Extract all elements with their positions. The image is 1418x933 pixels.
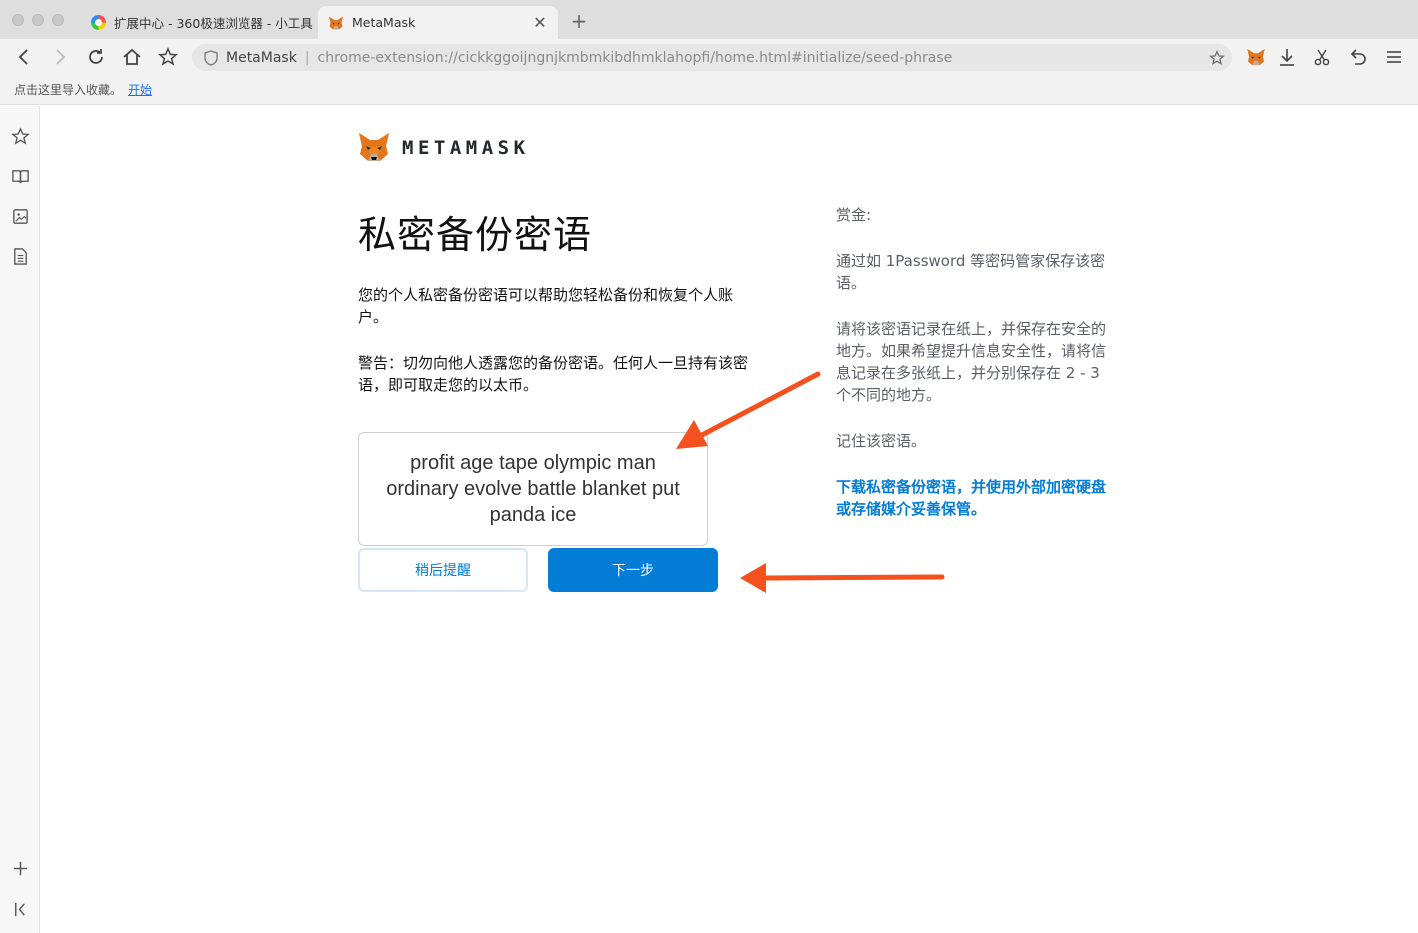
remind-later-button[interactable]: 稍后提醒	[358, 548, 528, 592]
window-zoom-dot[interactable]	[52, 14, 64, 26]
window-close-dot[interactable]	[12, 14, 24, 26]
tip-memorize: 记住该密语。	[836, 432, 927, 450]
bookmarks-bar: 点击这里导入收藏。 开始	[0, 75, 1418, 105]
notes-document-icon[interactable]	[8, 244, 32, 268]
download-seed-link[interactable]: 下载私密备份密语，并使用外部加密硬盘或存储媒介妥善保管。	[836, 476, 1106, 520]
tab-label: 扩展中心 - 360极速浏览器 - 小工具	[114, 16, 313, 31]
bookmark-star-icon[interactable]	[154, 43, 182, 71]
seed-phrase-box[interactable]: profit age tape olympic man ordinary evo…	[358, 432, 708, 546]
new-tab-icon[interactable]: +	[568, 9, 590, 33]
metamask-fox-logo-icon	[359, 133, 389, 161]
security-shield-icon	[196, 49, 226, 66]
import-bookmarks-start-link[interactable]: 开始	[128, 81, 152, 98]
url-text[interactable]: chrome-extension://cickkggoijngnjkmbmkib…	[318, 50, 1202, 66]
seed-warning: 警告：切勿向他人透露您的备份密语。任何人一旦持有该密语，即可取走您的以太币。	[358, 354, 749, 394]
metamask-page: METAMASK 私密备份密语 您的个人私密备份密语可以帮助您轻松备份和恢复个人…	[41, 106, 1418, 933]
forward-icon[interactable]	[46, 43, 74, 71]
metamask-logo: METAMASK	[358, 132, 530, 163]
scissors-icon[interactable]	[1308, 43, 1336, 71]
tab-metamask[interactable]: MetaMask ✕	[318, 6, 558, 39]
browser-sidebar	[0, 106, 40, 933]
tip-password-manager: 通过如 1Password 等密码管家保存该密语。	[836, 252, 1106, 292]
page-title: 私密备份密语	[358, 213, 593, 257]
browser-toolbar: MetaMask | chrome-extension://cickkggoij…	[0, 39, 1418, 75]
favorites-star-icon[interactable]	[8, 124, 32, 148]
seed-description: 您的个人私密备份密语可以帮助您轻松备份和恢复个人账户。	[358, 286, 734, 326]
metamask-fox-icon	[328, 15, 344, 31]
metamask-extension-icon[interactable]	[1242, 43, 1270, 71]
add-sidebar-item-icon[interactable]	[8, 856, 32, 880]
favorite-star-icon[interactable]	[1202, 49, 1232, 66]
collapse-sidebar-icon[interactable]	[8, 897, 32, 921]
home-icon[interactable]	[118, 43, 146, 71]
reload-icon[interactable]	[82, 43, 110, 71]
window-minimize-dot[interactable]	[32, 14, 44, 26]
close-tab-icon[interactable]: ✕	[530, 13, 550, 33]
screenshot-gallery-icon[interactable]	[8, 204, 32, 228]
360-browser-icon	[90, 15, 106, 31]
address-bar[interactable]: MetaMask | chrome-extension://cickkggoij…	[192, 44, 1232, 71]
tip-paper-backup: 请将该密语记录在纸上，并保存在安全的地方。如果希望提升信息安全性，请将信息记录在…	[836, 320, 1107, 404]
site-name: MetaMask	[226, 49, 297, 66]
menu-icon[interactable]	[1380, 43, 1408, 71]
undo-icon[interactable]	[1344, 43, 1372, 71]
tab-strip: 扩展中心 - 360极速浏览器 - 小工具 MetaMask ✕ +	[0, 0, 1418, 39]
metamask-wordmark: METAMASK	[402, 136, 530, 159]
tab-label: MetaMask	[352, 15, 416, 30]
tips-heading: 赏金:	[836, 206, 872, 224]
import-bookmarks-prompt: 点击这里导入收藏。	[14, 83, 123, 97]
next-button[interactable]: 下一步	[548, 548, 718, 592]
back-icon[interactable]	[10, 43, 38, 71]
download-icon[interactable]	[1273, 43, 1301, 71]
omnibox-divider: |	[304, 49, 310, 66]
tab-extension-center[interactable]: 扩展中心 - 360极速浏览器 - 小工具	[80, 6, 314, 39]
reading-book-icon[interactable]	[8, 164, 32, 188]
